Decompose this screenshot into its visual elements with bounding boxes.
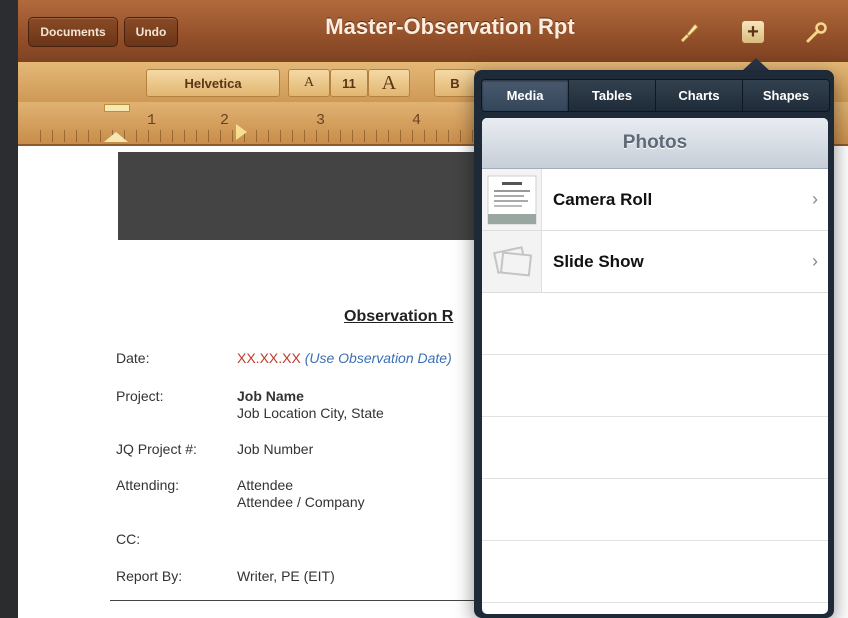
report-by-value: Writer, PE (EIT) <box>237 568 335 584</box>
left-indent-marker[interactable] <box>104 132 128 142</box>
date-value: XX.XX.XX <box>237 350 301 366</box>
chevron-right-icon: › <box>812 251 818 271</box>
bold-button[interactable]: B <box>434 69 476 97</box>
project-number-label: JQ Project #: <box>116 441 197 457</box>
tab-media[interactable]: Media <box>482 80 568 111</box>
tab-stop-marker[interactable] <box>236 124 247 140</box>
plus-glyph: + <box>742 21 764 43</box>
photos-list: Photos Camera Roll › Slide Show › <box>482 118 828 614</box>
empty-row <box>482 417 828 479</box>
camera-roll-label: Camera Roll <box>553 189 653 209</box>
undo-button[interactable]: Undo <box>124 17 178 47</box>
project-number-value: Job Number <box>237 441 314 457</box>
slide-show-thumbnail <box>482 231 542 292</box>
wrench-icon[interactable] <box>804 19 830 45</box>
document-title: Master-Observation Rpt <box>325 14 575 39</box>
insert-plus-icon[interactable]: + <box>740 19 766 45</box>
date-note: (Use Observation Date) <box>304 350 452 366</box>
decrease-font-button[interactable]: A <box>288 69 330 97</box>
project-label: Project: <box>116 388 164 404</box>
insert-tabs: Media Tables Charts Shapes <box>481 79 830 112</box>
date-label: Date: <box>116 350 150 366</box>
increase-font-button[interactable]: A <box>368 69 410 97</box>
project-name: Job Name <box>237 388 304 404</box>
font-button[interactable]: Helvetica <box>146 69 280 97</box>
header-image[interactable] <box>118 152 480 240</box>
documents-button[interactable]: Documents <box>28 17 118 47</box>
photos-header: Photos <box>482 118 828 169</box>
ruler-number: 2 <box>220 112 230 129</box>
report-by-label: Report By: <box>116 568 183 584</box>
ruler-number: 4 <box>412 112 422 129</box>
slide-show-row[interactable]: Slide Show › <box>482 231 828 293</box>
empty-row <box>482 355 828 417</box>
slide-show-label: Slide Show <box>553 251 644 271</box>
attendee-company: Attendee / Company <box>237 494 365 510</box>
divider-line <box>110 600 490 601</box>
tab-tables[interactable]: Tables <box>568 80 655 111</box>
attending-label: Attending: <box>116 477 180 493</box>
tab-charts[interactable]: Charts <box>655 80 742 111</box>
date-value-line: XX.XX.XX (Use Observation Date) <box>237 350 452 367</box>
ruler-number: 1 <box>147 112 157 129</box>
empty-row <box>482 541 828 603</box>
empty-row <box>482 293 828 355</box>
attendee: Attendee <box>237 477 294 493</box>
empty-row <box>482 479 828 541</box>
camera-roll-row[interactable]: Camera Roll › <box>482 169 828 231</box>
cc-label: CC: <box>116 531 141 547</box>
project-location: Job Location City, State <box>237 405 384 421</box>
report-title: Observation R <box>344 308 454 325</box>
ruler-number: 3 <box>316 112 326 129</box>
first-line-indent-marker[interactable] <box>104 104 130 112</box>
camera-roll-thumbnail <box>482 169 542 230</box>
tab-shapes[interactable]: Shapes <box>742 80 829 111</box>
paintbrush-icon[interactable] <box>676 19 702 45</box>
font-size-button[interactable]: 11 <box>330 69 368 97</box>
chevron-right-icon: › <box>812 189 818 209</box>
